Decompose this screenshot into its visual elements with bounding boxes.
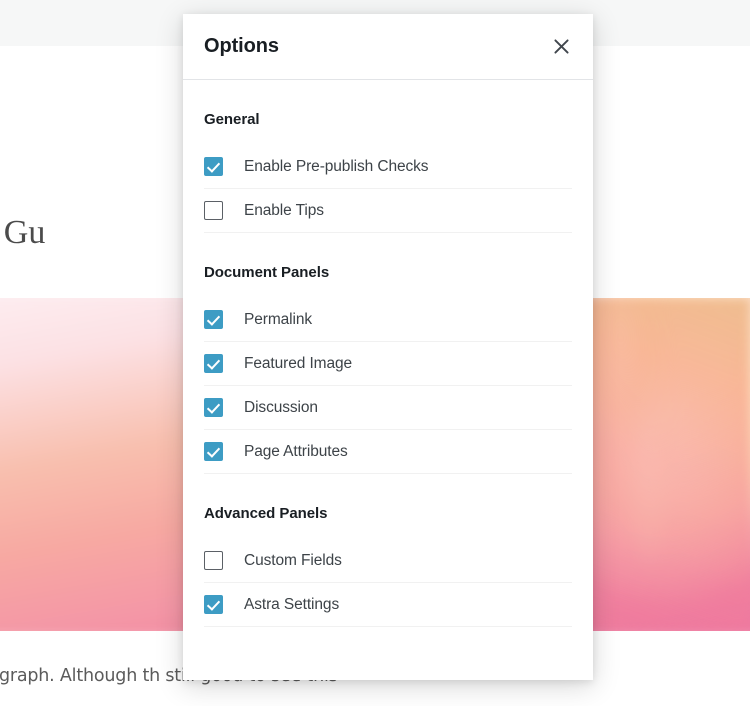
checkbox-unchecked-icon[interactable] — [204, 201, 223, 220]
checkbox-checked-icon[interactable] — [204, 595, 223, 614]
option-label: Custom Fields — [244, 551, 342, 569]
option-label: Page Attributes — [244, 442, 348, 460]
section-title: Advanced Panels — [204, 505, 328, 522]
close-icon[interactable] — [543, 29, 579, 65]
option-label: Permalink — [244, 310, 313, 328]
checkbox-checked-icon[interactable] — [204, 442, 223, 461]
checkbox-checked-icon[interactable] — [204, 354, 223, 373]
option-label: Featured Image — [244, 354, 353, 372]
checkbox-checked-icon[interactable] — [204, 157, 223, 176]
section-title: Document Panels — [204, 264, 330, 281]
option-label: Astra Settings — [244, 595, 340, 613]
option-row[interactable]: Page Attributes — [204, 430, 572, 474]
option-row[interactable]: Featured Image — [204, 342, 572, 386]
option-row[interactable]: Custom Fields — [204, 539, 572, 583]
option-row[interactable]: Enable Tips — [204, 189, 572, 233]
checkbox-unchecked-icon[interactable] — [204, 551, 223, 570]
checkbox-checked-icon[interactable] — [204, 398, 223, 417]
modal-body: General Enable Pre-publish Checks Enable T… — [183, 80, 593, 673]
option-label: Enable Pre-publish Checks — [244, 157, 429, 175]
modal-title: Options — [204, 35, 279, 57]
option-label: Enable Tips — [244, 201, 324, 219]
screen-root: ro to the Gu paragraph. Although th stil… — [0, 0, 750, 706]
option-row[interactable]: Astra Settings — [204, 583, 572, 627]
modal-header: Options — [183, 14, 593, 80]
option-row[interactable]: Enable Pre-publish Checks — [204, 145, 572, 189]
section-advanced-panels: Advanced Panels Custom Fields Astra Settin… — [204, 474, 572, 627]
option-label: Discussion — [244, 398, 318, 416]
checkbox-checked-icon[interactable] — [204, 310, 223, 329]
section-general: General Enable Pre-publish Checks Enable T… — [204, 80, 572, 233]
option-row[interactable]: Discussion — [204, 386, 572, 430]
option-row[interactable]: Permalink — [204, 298, 572, 342]
options-modal: Options General Enable Pre-publish Checks… — [183, 14, 593, 680]
section-document-panels: Document Panels Permalink Featured Image Di… — [204, 233, 572, 474]
section-title: General — [204, 111, 260, 128]
modal-footer-spacer — [204, 627, 572, 673]
